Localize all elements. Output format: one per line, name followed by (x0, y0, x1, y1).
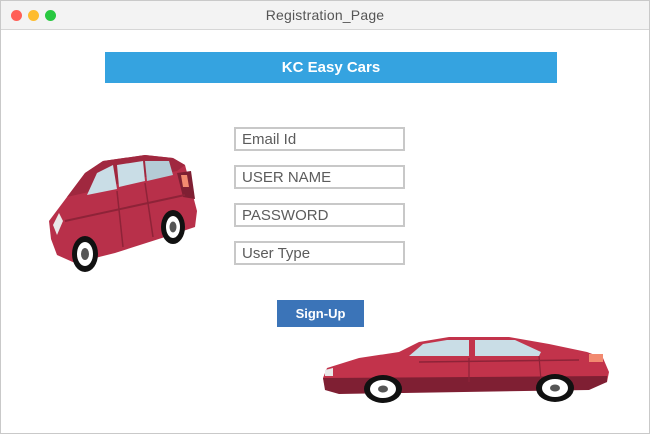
sedan-car-icon (323, 337, 609, 403)
sign-up-button[interactable]: Sign-Up (277, 300, 364, 327)
brand-banner: KC Easy Cars (105, 52, 557, 83)
password-field[interactable] (234, 203, 405, 227)
title-bar: Registration_Page (1, 1, 649, 30)
browser-window: Registration_Page KC Easy Cars Sign-Up (0, 0, 650, 434)
car-icon (49, 155, 197, 272)
user-type-field[interactable] (234, 241, 405, 265)
username-field[interactable] (234, 165, 405, 189)
email-field[interactable] (234, 127, 405, 151)
window-title: Registration_Page (265, 7, 385, 23)
